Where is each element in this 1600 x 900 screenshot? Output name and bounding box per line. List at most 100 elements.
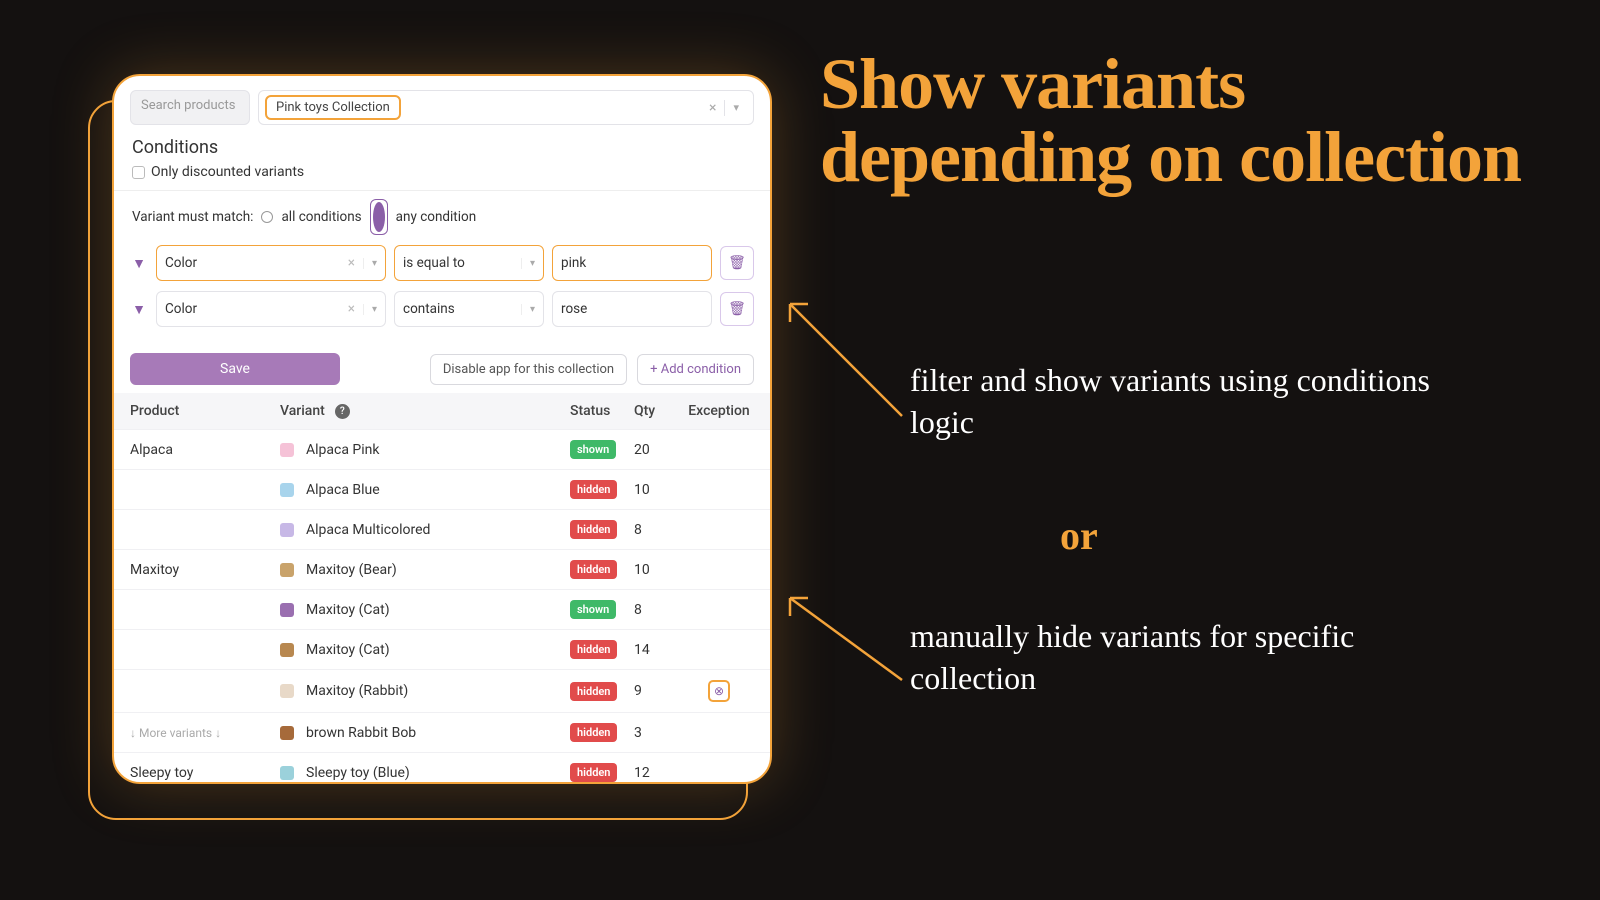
- condition-field-select[interactable]: Color × ▾: [156, 291, 386, 327]
- variant-swatch-icon: [280, 643, 294, 657]
- clear-field-icon[interactable]: ×: [348, 301, 355, 317]
- match-any-label: any condition: [396, 209, 477, 225]
- cell-qty: 8: [634, 522, 684, 538]
- filter-icon: ▼: [130, 255, 148, 272]
- cell-variant: brown Rabbit Bob: [280, 725, 570, 741]
- clear-field-icon[interactable]: ×: [348, 255, 355, 271]
- cell-variant: Maxitoy (Bear): [280, 562, 570, 578]
- cell-status: shown: [570, 440, 634, 459]
- marketing-headline: Show variants depending on collection: [820, 48, 1540, 195]
- condition-value-input[interactable]: pink: [552, 245, 712, 281]
- condition-value-input[interactable]: rose: [552, 291, 712, 327]
- status-badge: hidden: [570, 640, 617, 659]
- more-variants-link[interactable]: ↓ More variants ↓: [130, 726, 221, 740]
- variant-swatch-icon: [280, 603, 294, 617]
- trash-icon: 🗑: [728, 301, 746, 317]
- match-all-radio[interactable]: [261, 211, 273, 223]
- variant-swatch-icon: [280, 563, 294, 577]
- condition-operator-value: is equal to: [403, 255, 465, 271]
- table-row: ↓ More variants ↓ brown Rabbit Bobhidden3: [114, 713, 770, 753]
- disable-app-button[interactable]: Disable app for this collection: [430, 354, 627, 385]
- conditions-title: Conditions: [132, 137, 752, 158]
- delete-condition-button[interactable]: 🗑: [720, 246, 754, 280]
- table-row: Alpaca Bluehidden 10: [114, 470, 770, 510]
- cell-qty: 12: [634, 765, 684, 781]
- arrow-icon: [782, 590, 912, 700]
- cell-qty: 3: [634, 725, 684, 741]
- exception-toggle[interactable]: ⊗: [708, 680, 730, 702]
- search-input[interactable]: Search products: [130, 90, 250, 125]
- th-variant: Variant ?: [280, 403, 570, 419]
- cell-product: Maxitoy: [130, 562, 280, 578]
- cell-qty: 20: [634, 442, 684, 458]
- status-badge: hidden: [570, 480, 617, 499]
- chevron-down-icon[interactable]: ▾: [521, 258, 535, 269]
- only-discounted-checkbox[interactable]: [132, 166, 145, 179]
- table-row: Maxitoy (Cat)hidden 14: [114, 630, 770, 670]
- save-button[interactable]: Save: [130, 353, 340, 385]
- cell-variant: Alpaca Multicolored: [280, 522, 570, 538]
- cell-status: hidden: [570, 560, 634, 579]
- th-product: Product: [130, 403, 280, 419]
- th-qty: Qty: [634, 403, 684, 419]
- condition-operator-select[interactable]: contains ▾: [394, 291, 544, 327]
- add-condition-button[interactable]: + Add condition: [637, 354, 754, 385]
- delete-condition-button[interactable]: 🗑: [720, 292, 754, 326]
- condition-value: pink: [561, 255, 586, 271]
- cell-qty: 9: [634, 683, 684, 699]
- table-row: Maxitoy (Cat)shown 8: [114, 590, 770, 630]
- only-discounted-label: Only discounted variants: [151, 164, 304, 180]
- chevron-down-icon[interactable]: ▾: [363, 258, 377, 269]
- variant-swatch-icon: [280, 684, 294, 698]
- filter-icon: ▼: [130, 301, 148, 318]
- help-icon[interactable]: ?: [335, 404, 350, 419]
- cell-variant: Maxitoy (Cat): [280, 602, 570, 618]
- variant-swatch-icon: [280, 766, 294, 780]
- condition-field-value: Color: [165, 255, 197, 271]
- cell-variant: Alpaca Blue: [280, 482, 570, 498]
- search-placeholder: Search products: [141, 98, 235, 113]
- th-exception: Exception: [684, 403, 754, 419]
- table-row: MaxitoyMaxitoy (Bear)hidden10: [114, 550, 770, 590]
- variant-swatch-icon: [280, 443, 294, 457]
- table-row: Maxitoy (Rabbit)hidden 9 ⊗: [114, 670, 770, 713]
- marketing-sub-2: manually hide variants for specific coll…: [910, 616, 1460, 699]
- condition-operator-select[interactable]: is equal to ▾: [394, 245, 544, 281]
- cell-status: hidden: [570, 640, 634, 659]
- match-any-radio[interactable]: [370, 199, 388, 235]
- variant-swatch-icon: [280, 483, 294, 497]
- cell-product: ↓ More variants ↓: [130, 725, 280, 741]
- status-badge: hidden: [570, 682, 617, 701]
- cell-exception: ⊗: [684, 680, 754, 702]
- status-badge: shown: [570, 440, 616, 459]
- clear-collection-icon[interactable]: ×: [701, 100, 725, 116]
- cell-qty: 10: [634, 482, 684, 498]
- condition-row: ▼ Color × ▾ contains ▾ rose 🗑: [130, 291, 754, 327]
- cell-status: hidden: [570, 520, 634, 539]
- cell-qty: 14: [634, 642, 684, 658]
- chevron-down-icon[interactable]: ▾: [363, 304, 377, 315]
- match-label: Variant must match:: [132, 209, 253, 225]
- marketing-or: or: [1060, 512, 1098, 559]
- cell-variant: Sleepy toy (Blue): [280, 765, 570, 781]
- condition-row: ▼ Color × ▾ is equal to ▾ pink 🗑: [130, 245, 754, 281]
- trash-icon: 🗑: [728, 255, 746, 271]
- status-badge: hidden: [570, 763, 617, 782]
- table-row: Alpaca Multicoloredhidden8: [114, 510, 770, 550]
- condition-field-select[interactable]: Color × ▾: [156, 245, 386, 281]
- cell-status: shown: [570, 600, 634, 619]
- cell-qty: 8: [634, 602, 684, 618]
- table-row: Sleepy toySleepy toy (Blue)hidden12: [114, 753, 770, 784]
- cell-variant: Maxitoy (Cat): [280, 642, 570, 658]
- cell-status: hidden: [570, 723, 634, 742]
- cell-status: hidden: [570, 480, 634, 499]
- collection-chip: Pink toys Collection: [265, 95, 401, 120]
- condition-field-value: Color: [165, 301, 197, 317]
- status-badge: shown: [570, 600, 616, 619]
- cell-variant: Alpaca Pink: [280, 442, 570, 458]
- collection-select[interactable]: Pink toys Collection × ▾: [258, 90, 754, 125]
- cell-variant: Maxitoy (Rabbit): [280, 683, 570, 699]
- chevron-down-icon[interactable]: ▾: [521, 304, 535, 315]
- condition-value: rose: [561, 301, 587, 317]
- chevron-down-icon[interactable]: ▾: [725, 101, 747, 114]
